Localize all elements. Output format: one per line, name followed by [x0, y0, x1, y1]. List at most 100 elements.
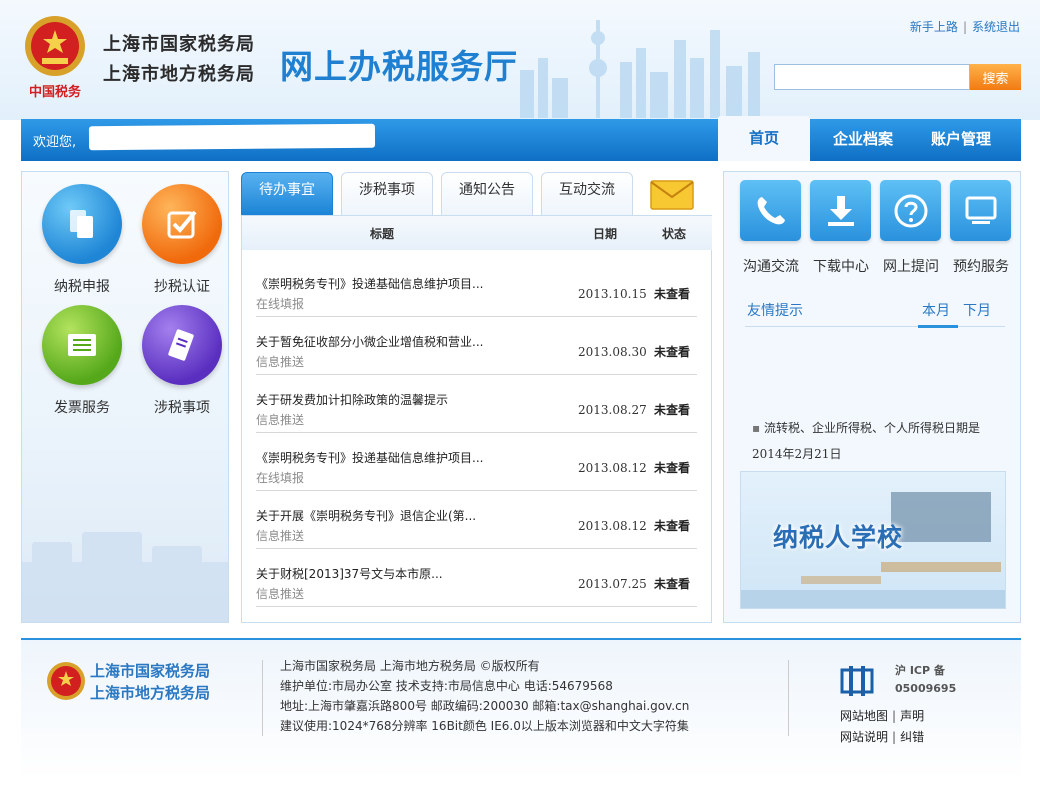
tab-this-month[interactable]: 本月 [922, 300, 950, 320]
tab-next-month[interactable]: 下月 [963, 300, 991, 320]
org-name-national: 上海市国家税务局 [103, 34, 255, 55]
nav-tab-account-management[interactable]: 账户管理 [914, 119, 1008, 161]
emblem-caption: 中国税务 [29, 84, 82, 100]
search-button[interactable]: 搜索 [970, 64, 1021, 90]
invoice-service-label[interactable]: 发票服务 [32, 397, 132, 417]
school-banner-text: 纳税人学校 [773, 523, 904, 552]
row-title[interactable]: 《崇明税务专刊》投递基础信息维护项目... [256, 449, 483, 466]
column-header-title: 标题 [370, 227, 395, 241]
invoice-service-button[interactable] [42, 305, 122, 385]
tab-interaction[interactable]: 互动交流 [541, 172, 633, 215]
icp-record: 沪 ICP 备 05009695 [895, 662, 956, 698]
download-icon [828, 196, 854, 226]
table-row[interactable]: 《崇明税务专刊》投递基础信息维护项目... 在线填报 2013.10.15 未查… [256, 259, 697, 317]
row-date: 2013.07.25 [578, 577, 647, 591]
org-names: 上海市国家税务局 上海市地方税务局 [103, 30, 255, 90]
tip-item: ▪ 流转税、企业所得税、个人所得税日期是 [752, 420, 1012, 436]
tips-divider [745, 326, 1005, 327]
row-category: 在线填报 [256, 471, 305, 485]
tax-emblem-logo: 中国税务 [25, 16, 85, 100]
table-row[interactable]: 关于财税[2013]37号文与本市原... 信息推送 2013.07.25 未查… [256, 549, 697, 607]
icp-badge-icon [840, 666, 874, 696]
footer-info: 上海市国家税务局 上海市地方税务局 ©版权所有 维护单位:市局办公室 技术支持:… [280, 656, 689, 736]
tab-tax-matters[interactable]: 涉税事项 [341, 172, 433, 215]
row-status: 未查看 [654, 345, 691, 359]
address-text: 地址:上海市肇嘉浜路800号 邮政编码:200030 邮箱:tax@shangh… [280, 699, 690, 713]
row-title[interactable]: 关于财税[2013]37号文与本市原... [256, 565, 443, 582]
row-date: 2013.10.15 [578, 287, 647, 301]
org-name-local: 上海市地方税务局 [103, 64, 255, 85]
search-input[interactable] [774, 64, 970, 90]
column-header-status: 状态 [662, 227, 687, 241]
tax-matters-button[interactable] [142, 305, 222, 385]
tax-declaration-button[interactable] [42, 184, 122, 264]
link-separator: | [892, 709, 897, 723]
tax-declaration-label[interactable]: 纳税申报 [32, 276, 132, 296]
invoice-icon [68, 334, 96, 356]
icp-number: 05009695 [895, 682, 957, 695]
tax-certification-label[interactable]: 抄税认证 [132, 276, 232, 296]
row-date: 2013.08.30 [578, 345, 647, 359]
row-status: 未查看 [654, 519, 691, 533]
footer-emblem-logo [47, 662, 85, 700]
mail-icon[interactable] [650, 180, 694, 210]
city-skyline-illustration [520, 20, 760, 118]
beginner-guide-link[interactable]: 新手上路 [910, 20, 958, 34]
nav-tab-company-profile[interactable]: 企业档案 [817, 119, 909, 161]
site-title: 网上办税服务厅 [280, 47, 518, 86]
link-separator: | [892, 730, 897, 744]
row-category: 信息推送 [256, 413, 305, 427]
sitemap-link[interactable]: 网站地图 [840, 709, 888, 723]
main-navbar: 欢迎您, 首页 企业档案 账户管理 [21, 116, 1021, 161]
communication-label[interactable]: 沟通交流 [731, 256, 811, 276]
appointment-service-label[interactable]: 预约服务 [941, 256, 1021, 276]
footer-org-national: 上海市国家税务局 [90, 662, 211, 680]
communication-button[interactable] [740, 180, 801, 241]
tips-title: 友情提示 [747, 303, 803, 319]
top-links: 新手上路 | 系统退出 [910, 18, 1020, 35]
online-question-button[interactable] [880, 180, 941, 241]
site-info-link[interactable]: 网站说明 [840, 730, 888, 744]
tab-pending-items[interactable]: 待办事宜 [241, 172, 333, 215]
row-category: 信息推送 [256, 355, 305, 369]
taxpayer-school-banner[interactable]: 纳税人学校 [740, 471, 1006, 609]
download-center-button[interactable] [810, 180, 871, 241]
monitor-icon [965, 196, 997, 224]
table-row[interactable]: 关于研发费加计扣除政策的温馨提示 信息推送 2013.08.27 未查看 [256, 375, 697, 433]
row-title[interactable]: 关于暂免征收部分小微企业增值税和营业... [256, 333, 483, 350]
table-row[interactable]: 关于暂免征收部分小微企业增值税和营业... 信息推送 2013.08.30 未查… [256, 317, 697, 375]
row-category: 在线填报 [256, 297, 305, 311]
tab-announcements[interactable]: 通知公告 [441, 172, 533, 215]
footer-separator [262, 660, 263, 736]
column-header-date: 日期 [593, 227, 618, 241]
tax-matters-label[interactable]: 涉税事项 [132, 397, 232, 417]
table-header: 标题 日期 状态 [242, 216, 712, 250]
tax-document-icon [168, 329, 194, 361]
header: 中国税务 上海市国家税务局 上海市地方税务局 网上办税服务厅 新手上路 | 系统退出… [0, 0, 1040, 120]
footer-org-local: 上海市地方税务局 [90, 684, 211, 702]
footer-separator [788, 660, 789, 736]
logout-link[interactable]: 系统退出 [972, 20, 1020, 34]
row-title[interactable]: 关于开展《崇明税务专刊》退信企业(第... [256, 507, 476, 524]
phone-icon [757, 197, 785, 225]
download-center-label[interactable]: 下载中心 [801, 256, 881, 276]
online-question-label[interactable]: 网上提问 [871, 256, 951, 276]
tip-date: 2014年2月21日 [752, 447, 842, 461]
documents-icon [70, 210, 93, 238]
checkbox-icon [167, 210, 197, 239]
table-row[interactable]: 《崇明税务专刊》投递基础信息维护项目... 在线填报 2013.08.12 未查… [256, 433, 697, 491]
tax-certification-button[interactable] [142, 184, 222, 264]
row-category: 信息推送 [256, 587, 305, 601]
row-title[interactable]: 《崇明税务专刊》投递基础信息维护项目... [256, 275, 483, 292]
row-status: 未查看 [654, 403, 691, 417]
table-row[interactable]: 关于开展《崇明税务专刊》退信企业(第... 信息推送 2013.08.12 未查… [256, 491, 697, 549]
row-date: 2013.08.12 [578, 519, 647, 533]
row-status: 未查看 [654, 461, 691, 475]
row-title[interactable]: 关于研发费加计扣除政策的温馨提示 [256, 391, 448, 408]
nav-tab-home[interactable]: 首页 [718, 116, 810, 161]
statement-link[interactable]: 声明 [900, 709, 924, 723]
bullet-icon: ▪ [752, 421, 764, 435]
error-report-link[interactable]: 纠错 [900, 730, 924, 744]
appointment-service-button[interactable] [950, 180, 1011, 241]
question-icon [894, 194, 928, 228]
